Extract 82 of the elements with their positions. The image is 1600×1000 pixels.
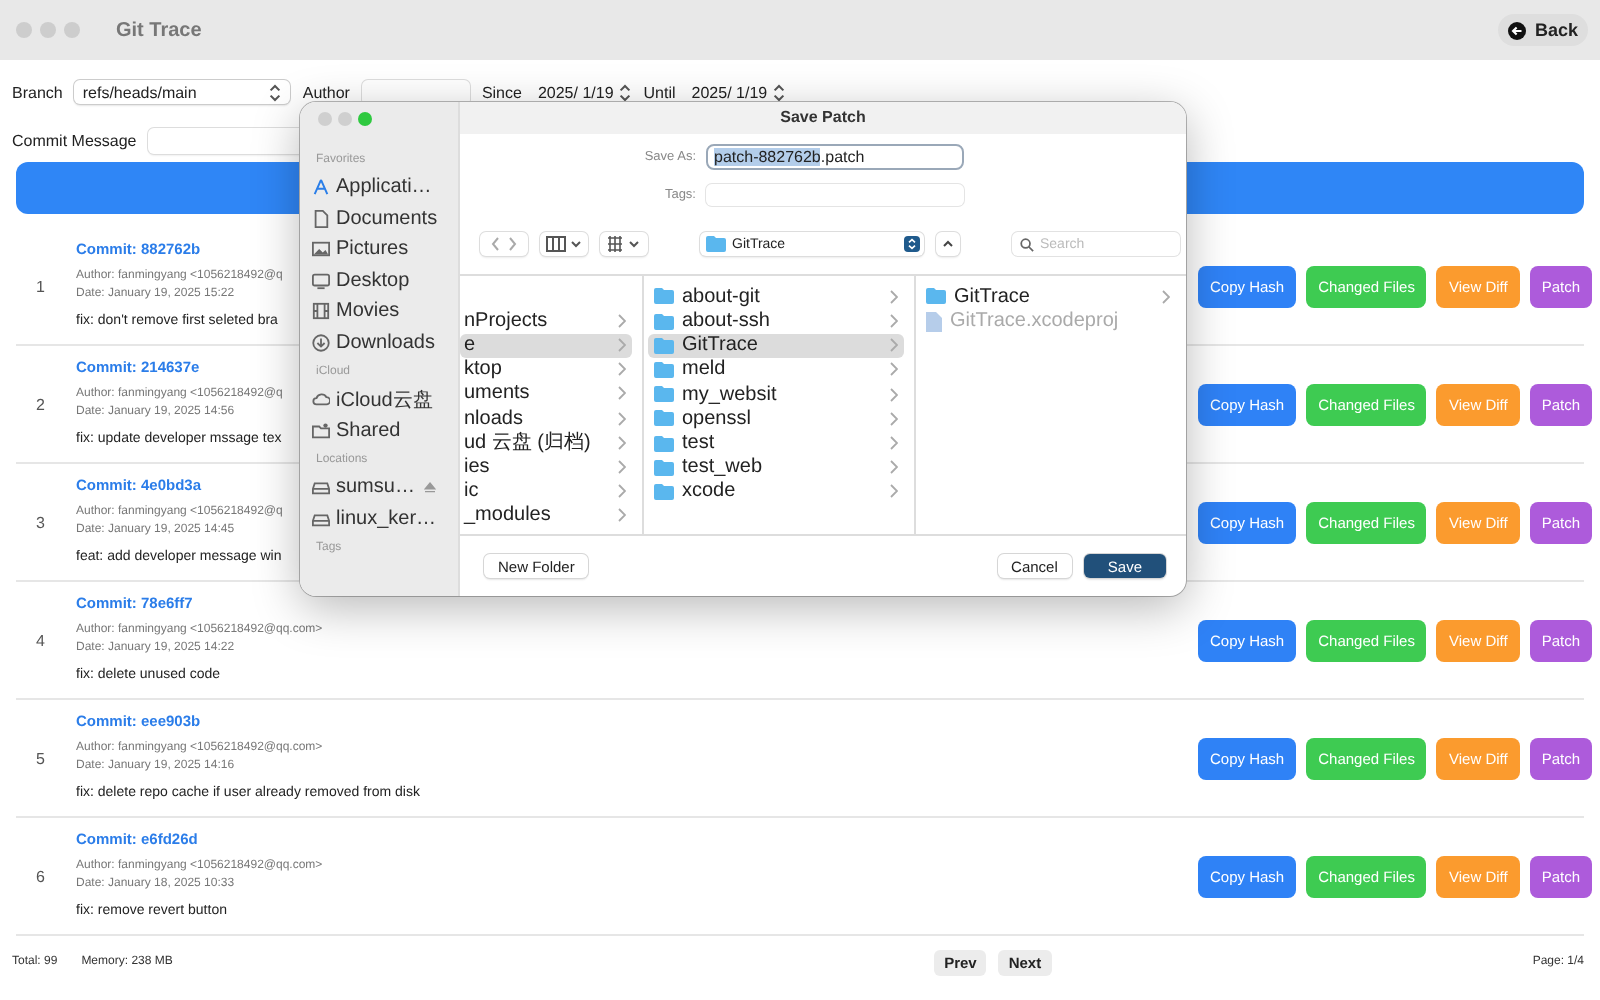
download-icon [312,333,330,352]
folder-icon [654,313,674,330]
folder-icon [654,288,674,305]
folder-icon [654,459,674,476]
back-forward-buttons[interactable] [480,232,528,257]
date-field[interactable]: 2025/ 1/19 [537,83,614,101]
sidebar-item[interactable]: Desktop [312,265,458,296]
window-title: Git Trace [116,19,204,41]
film-icon [312,302,330,321]
sidebar-item[interactable]: linux_ker… [312,503,458,534]
back-button[interactable]: Back [1498,14,1588,46]
expand-button[interactable] [936,232,960,257]
tags-field[interactable] [706,183,964,206]
cloud-icon [312,390,330,409]
file-browser-item[interactable]: GitTrace [920,284,1176,310]
stepper-icon[interactable] [617,81,632,103]
file-browser-item[interactable]: ic [460,479,632,504]
file-browser-item[interactable]: uments [460,381,632,407]
filename-field[interactable]: patch-882762b.patch [706,143,964,170]
stepper-icon[interactable] [771,81,786,103]
search-icon [1020,237,1034,252]
field-label: Branch [12,83,63,101]
back-arrow-icon [1508,21,1527,39]
stepper-icon [904,236,920,253]
drive-icon [312,478,330,497]
file-browser-item[interactable]: about-ssh [648,309,904,334]
chevron-up-icon [942,238,954,251]
file-browser-item[interactable]: meld [648,357,904,383]
file-browser-item[interactable]: e [460,333,632,358]
dialog-title: Save Patch [460,102,1186,134]
row-number: 6 [34,867,47,885]
shared-folder-icon [312,421,330,440]
folder-icon [654,435,674,452]
grid-view-button[interactable] [600,232,648,257]
file-browser-item[interactable]: openssl [648,406,904,431]
sidebar-item[interactable]: Pictures [312,234,458,265]
file-browser-item[interactable]: GitTrace [648,333,904,358]
row-number: 2 [34,395,47,413]
row-number: 3 [34,513,47,531]
folder-icon [654,361,674,378]
file-browser-item[interactable]: test_web [648,455,904,480]
sidebar-item[interactable]: Movies [312,296,458,327]
sidebar-item[interactable]: Shared [312,415,458,446]
file-browser-item[interactable]: xcode [648,479,904,505]
stepper-icon[interactable] [268,81,283,103]
field-label: Since [481,83,522,101]
file-browser-item[interactable]: about-git [648,284,904,310]
monitor-icon [312,271,330,290]
column-view-button[interactable] [540,232,588,257]
sidebar-item[interactable]: Downloads [312,327,458,358]
field-label: Commit Message [12,131,137,149]
document-icon [926,311,942,332]
field-label: Until [643,83,676,101]
file-browser-item[interactable]: test [648,430,904,456]
branch-select[interactable]: refs/heads/main [74,80,291,104]
file-browser-item[interactable]: ud 云盘 (归档) [460,430,632,455]
drive-icon [312,509,330,528]
folder-icon [926,288,946,305]
sidebar-item[interactable]: Documents [312,203,458,234]
row-number: 1 [34,277,47,295]
folder-icon [654,410,674,427]
file-browser-item[interactable]: ktop [460,357,632,382]
sidebar-item[interactable]: iCloud云盘 [312,384,458,415]
file-browser-item[interactable]: ies [460,454,632,480]
file-browser-item[interactable]: nProjects [460,308,632,334]
sidebar-item[interactable]: sumsu… [312,472,458,503]
folder-icon [654,386,674,403]
document-icon [312,209,330,228]
photo-icon [312,240,330,259]
file-browser-item[interactable]: nloads [460,406,632,431]
eject-icon[interactable] [424,481,437,494]
row-number: 5 [34,749,47,767]
chevron-icon [1162,289,1170,304]
file-browser-item[interactable]: _modules [460,503,632,529]
field-label: Author [302,83,350,101]
sidebar-item[interactable]: Applicati… [312,172,458,203]
date-field[interactable]: 2025/ 1/19 [691,83,768,101]
folder-icon [706,236,726,253]
folder-icon [654,483,674,500]
row-number: 4 [34,631,47,649]
file-browser-item[interactable]: my_websit [648,382,904,407]
folder-icon [654,337,674,354]
